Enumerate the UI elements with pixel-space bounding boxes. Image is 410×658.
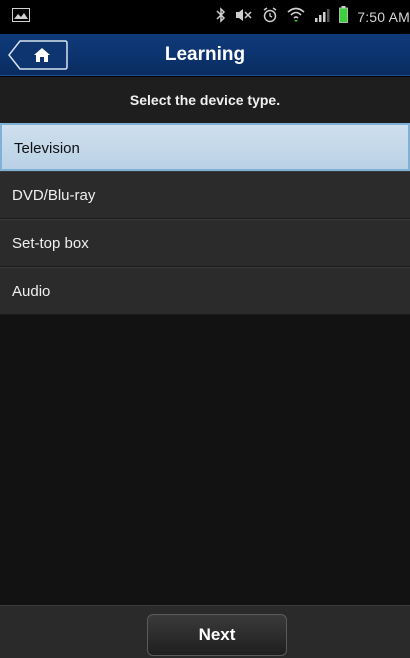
list-item-label: Television [14,140,80,157]
title-bar: Learning [0,34,410,76]
status-time: 7:50 AM [357,9,410,25]
list-item-label: Set-top box [12,235,89,252]
bottom-bar: Next [0,605,410,658]
list-item-audio[interactable]: Audio [0,267,410,315]
list-item-label: DVD/Blu-ray [12,187,96,204]
mute-icon [235,7,253,28]
list-item-label: Audio [12,283,51,300]
device-type-list: Television DVD/Blu-ray Set-top box Audio [0,123,410,315]
bluetooth-icon [216,6,226,28]
signal-icon [314,7,330,28]
instruction-text: Select the device type. [0,77,410,123]
status-bar: 7:50 AM [0,0,410,34]
alarm-icon [262,6,278,28]
next-button[interactable]: Next [147,614,287,656]
list-item-dvd-bluray[interactable]: DVD/Blu-ray [0,171,410,219]
list-item-set-top-box[interactable]: Set-top box [0,219,410,267]
empty-area [0,315,410,605]
list-item-television[interactable]: Television [0,123,410,171]
page-title: Learning [164,44,246,65]
battery-icon [339,6,349,28]
wifi-icon [287,7,305,28]
image-icon [12,8,30,27]
